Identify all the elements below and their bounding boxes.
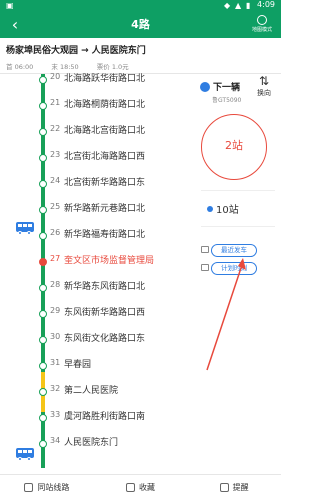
reminder-label: 提醒 xyxy=(232,483,249,492)
same-stop-lines-tab[interactable]: 同站线路 xyxy=(0,475,94,500)
lines-icon xyxy=(24,483,34,492)
annotation-arrow xyxy=(206,258,246,371)
star-icon xyxy=(126,483,135,492)
favorite-label: 收藏 xyxy=(139,483,155,492)
reminder-tab[interactable]: 提醒 xyxy=(187,475,281,500)
same-stop-lines-label: 同站线路 xyxy=(37,483,70,492)
favorite-tab[interactable]: 收藏 xyxy=(94,475,188,500)
bell-icon xyxy=(219,483,229,492)
bottom-bar: 同站线路 收藏 提醒 xyxy=(0,474,281,500)
